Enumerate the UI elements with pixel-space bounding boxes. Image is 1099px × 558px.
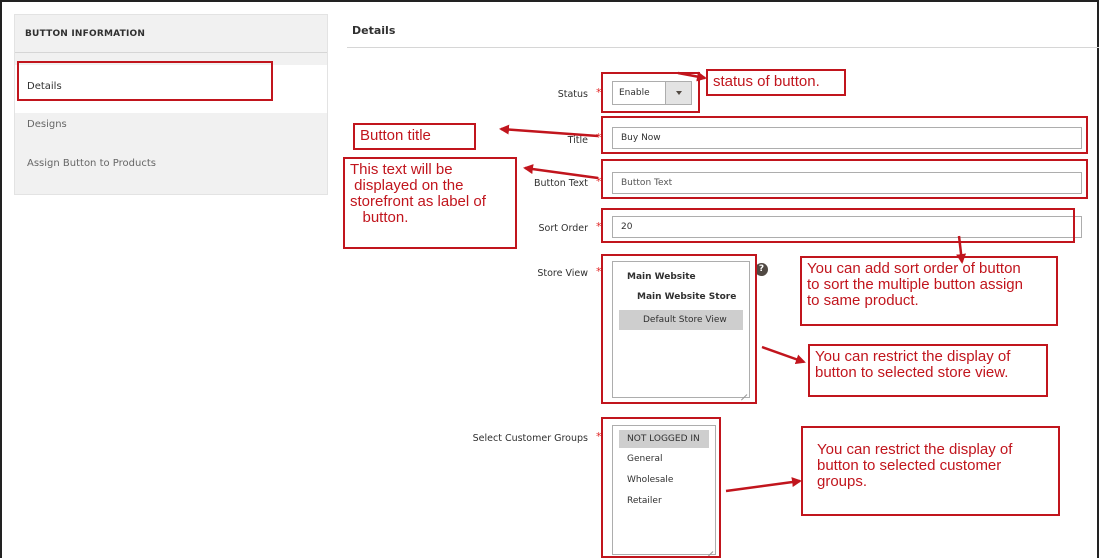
arrow-title <box>499 124 599 138</box>
arrow-sort-order <box>956 235 967 264</box>
arrow-status <box>677 71 707 82</box>
arrow-button-text <box>523 164 599 180</box>
arrow-customer-groups <box>725 477 802 493</box>
arrow-store-view <box>761 345 806 365</box>
annotation-arrows <box>499 71 967 493</box>
